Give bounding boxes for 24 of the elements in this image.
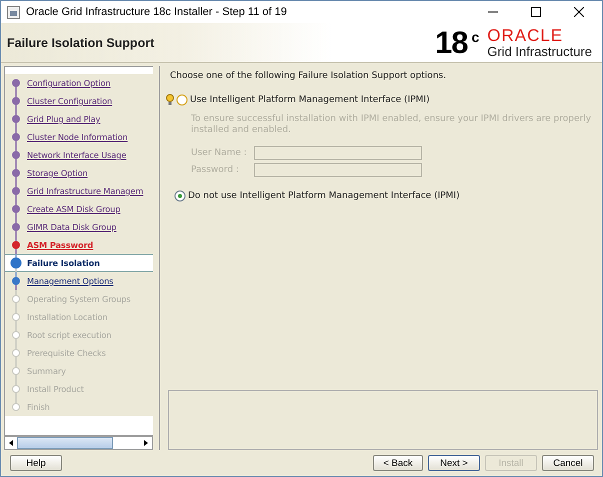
step-link[interactable]: Failure Isolation xyxy=(27,258,100,268)
radio-label[interactable]: Use Intelligent Platform Management Interface (IPMI) xyxy=(190,95,430,105)
radio-label[interactable]: Do not use Intelligent Platform Management Interface (IPMI) xyxy=(188,191,460,201)
back-button[interactable]: < Back xyxy=(373,455,423,471)
ipmi-note: To ensure successful installation with IPMI enabled, ensure your IPMI drivers are properly installed and enabled. xyxy=(191,114,592,136)
next-button[interactable]: Next > xyxy=(428,455,480,471)
window-title: Oracle Grid Infrastructure 18c Installer - Step 11 of 19 xyxy=(26,6,288,18)
logo-product: Grid Infrastructure xyxy=(487,44,592,58)
close-icon[interactable] xyxy=(574,7,584,17)
prompt-text: Choose one of the following Failure Isolation Support options. xyxy=(170,71,448,81)
radio-button[interactable] xyxy=(174,190,186,202)
radio-button[interactable] xyxy=(176,94,188,106)
app-icon xyxy=(7,6,20,18)
cancel-button[interactable]: Cancel xyxy=(542,455,594,471)
horizontal-scrollbar[interactable] xyxy=(4,436,153,450)
field-label: Password : xyxy=(191,164,240,174)
logo-version: 18 xyxy=(434,27,468,58)
logo-brand: ORACLE xyxy=(487,26,564,44)
page-title: Failure Isolation Support xyxy=(7,36,154,50)
maximize-icon[interactable] xyxy=(531,7,541,17)
field-label: User Name : xyxy=(191,148,248,158)
logo-superscript: c xyxy=(471,28,480,44)
lightbulb-icon xyxy=(166,94,174,106)
help-button[interactable]: Help xyxy=(10,455,62,471)
